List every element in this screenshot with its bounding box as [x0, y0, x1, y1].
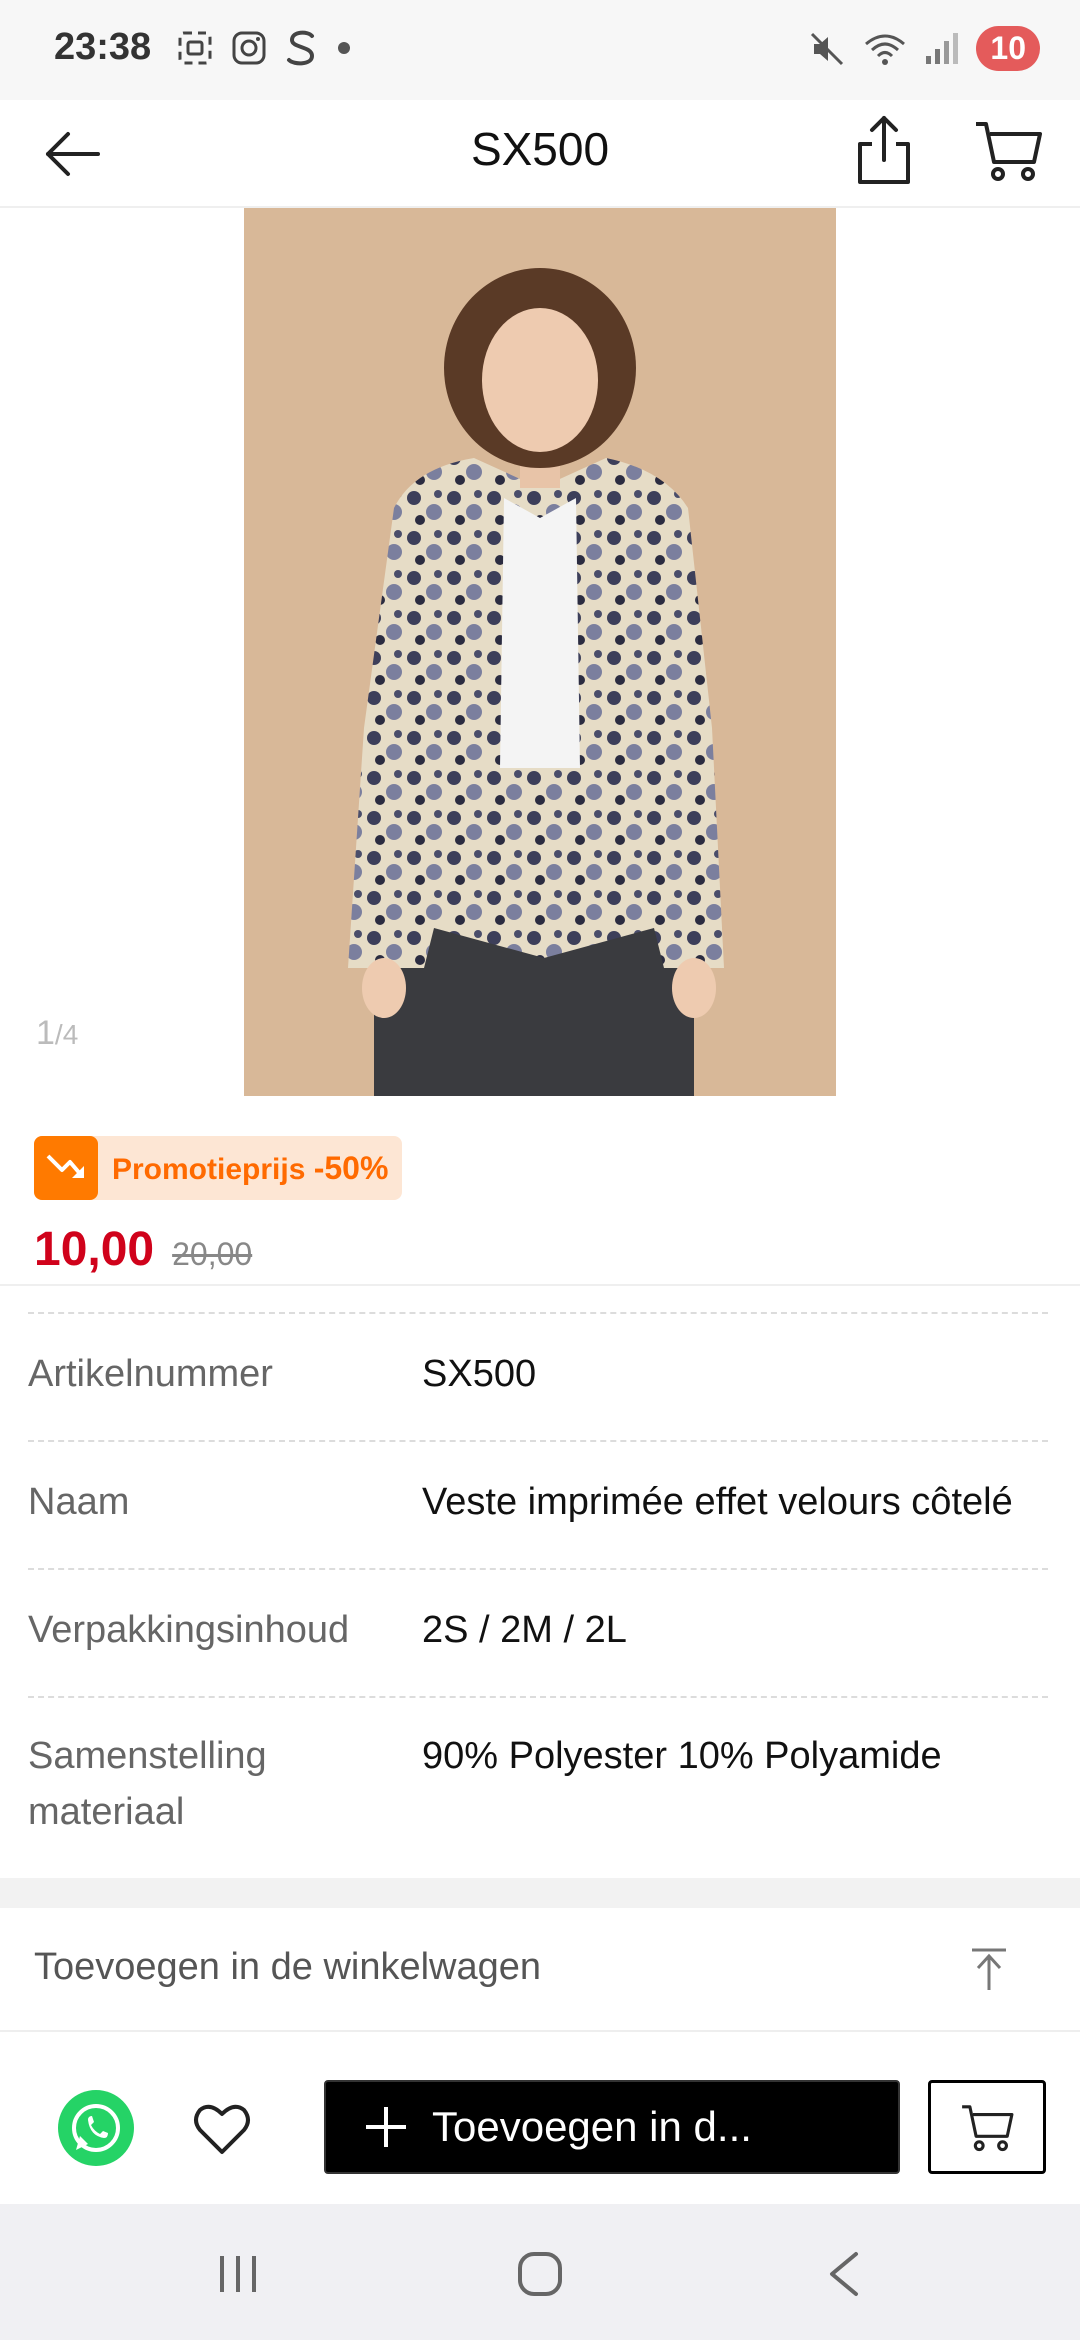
promo-badge: Promotieprijs -50% — [34, 1136, 403, 1200]
battery-indicator: 10 — [976, 26, 1040, 71]
share-icon — [858, 116, 910, 184]
product-image[interactable] — [244, 208, 836, 1096]
spec-value: Veste imprimée effet velours côtelé — [422, 1481, 1013, 1523]
cart-button[interactable] — [972, 114, 1044, 186]
go-to-cart-button[interactable] — [928, 2080, 1046, 2174]
spec-label: Artikelnummer — [28, 1353, 273, 1395]
spec-row: Verpakkingsinhoud 2S / 2M / 2L — [28, 1568, 1048, 1696]
gallery-total: /4 — [54, 1019, 79, 1050]
wifi-icon — [865, 34, 906, 65]
cart-icon — [976, 122, 1042, 181]
gallery-current: 1 — [36, 1014, 55, 1052]
spec-label: Verpakkingsinhoud — [28, 1609, 350, 1651]
add-to-cart-row[interactable]: Toevoegen in de winkelwagen — [0, 1908, 1080, 2032]
whatsapp-icon — [72, 2104, 120, 2152]
spec-row: Artikelnummer SX500 — [28, 1312, 1048, 1440]
share-button[interactable] — [848, 110, 920, 190]
spec-label: Samenstelling materiaal — [28, 1735, 267, 1833]
instagram-icon — [232, 31, 266, 65]
spec-label: Naam — [28, 1481, 130, 1523]
scroll-to-top-icon[interactable] — [964, 1944, 1014, 1994]
recent-apps-button[interactable] — [214, 2252, 262, 2296]
signal-icon — [926, 32, 959, 64]
home-icon — [518, 2252, 562, 2296]
home-button[interactable] — [516, 2250, 564, 2298]
spec-value: SX500 — [422, 1353, 537, 1395]
chevron-left-icon — [830, 2252, 858, 2296]
section-gap — [0, 1878, 1080, 1908]
cart-icon — [962, 2105, 1014, 2152]
add-to-cart-label: Toevoegen in d... — [432, 2103, 752, 2150]
trend-down-icon — [34, 1136, 98, 1200]
system-nav-bar — [0, 2204, 1080, 2340]
status-icons-left — [176, 28, 354, 68]
product-gallery[interactable]: 1/4 — [0, 208, 1080, 1096]
price-current: 10,00 — [34, 1223, 155, 1276]
nav-back-button[interactable] — [826, 2250, 862, 2298]
s-app-icon — [287, 30, 315, 66]
status-bar: 23:38 10 — [0, 0, 1080, 100]
heart-icon — [194, 2104, 250, 2154]
status-icons-right: 10 — [808, 26, 1040, 71]
dot-icon — [338, 42, 350, 54]
promo-discount: -50% — [313, 1149, 389, 1186]
divider — [0, 1284, 1080, 1286]
action-bar: Toevoegen in d... — [0, 2052, 1080, 2204]
spec-value: 2S / 2M / 2L — [422, 1609, 627, 1651]
whatsapp-button[interactable] — [58, 2090, 134, 2166]
add-to-cart-row-label: Toevoegen in de winkelwagen — [34, 1946, 542, 1988]
status-time: 23:38 — [54, 26, 152, 68]
header: SX500 — [0, 100, 1080, 208]
price-original: 20,00 — [172, 1236, 253, 1272]
gallery-counter: 1/4 — [36, 1014, 78, 1053]
favorite-button[interactable] — [190, 2096, 254, 2160]
add-to-cart-button[interactable]: Toevoegen in d... — [324, 2080, 900, 2174]
spec-row: Naam Veste imprimée effet velours côtelé — [28, 1440, 1048, 1568]
product-photo — [244, 208, 836, 1096]
price-row: 10,00 20,00 — [34, 1222, 252, 1277]
recent-apps-icon — [220, 2256, 256, 2292]
screenshot-icon — [178, 31, 212, 65]
mute-icon — [811, 32, 844, 65]
plus-icon — [366, 2107, 406, 2147]
promo-label-text: Promotieprijs — [112, 1152, 306, 1186]
spec-value: 90% Polyester 10% Polyamide — [422, 1735, 942, 1777]
promo-label: Promotieprijs -50% — [112, 1150, 388, 1187]
spec-row: Samenstelling materiaal 90% Polyester 10… — [28, 1696, 1048, 1878]
